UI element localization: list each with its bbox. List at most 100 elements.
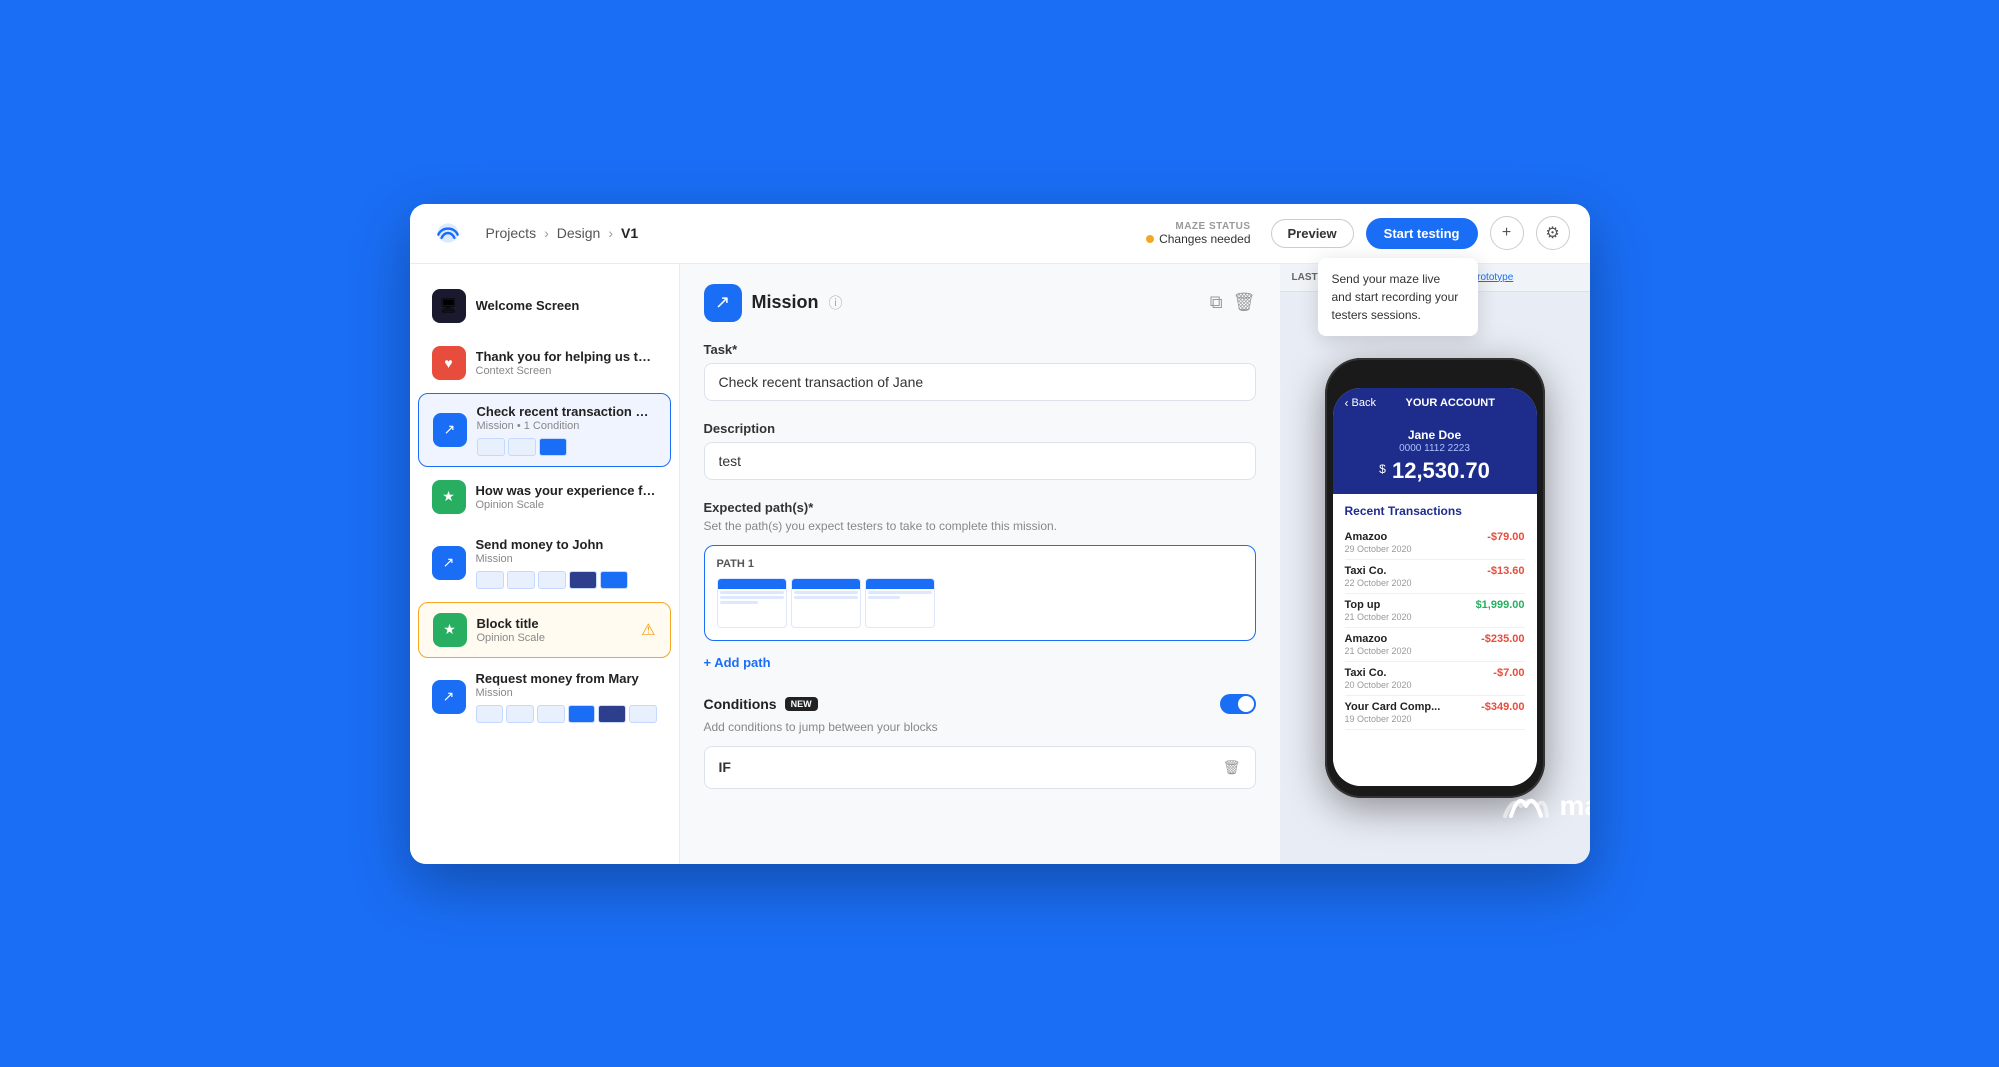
sidebar-item-send-money[interactable]: ↗ Send money to John Mission — [418, 527, 671, 599]
maze-status-text: Changes needed — [1146, 232, 1250, 246]
sidebar-item-block-title[interactable]: ★ Block title Opinion Scale ⚠ — [418, 602, 671, 658]
mini-screen-header-2 — [792, 579, 860, 589]
send-thumb-4 — [569, 571, 597, 589]
sidebar-item-experience-content: How was your experience finding the acco… — [476, 483, 657, 511]
phone-top-bar: ‹ Back YOUR ACCOUNT — [1333, 388, 1537, 418]
trans-date-2: 21 October 2020 — [1345, 612, 1412, 622]
path-screen-1[interactable] — [717, 578, 787, 628]
mini-screen-header-3 — [866, 579, 934, 589]
sidebar-item-welcome-content: Welcome Screen — [476, 298, 657, 313]
trans-left-1: Taxi Co. 22 October 2020 — [1345, 565, 1412, 588]
sidebar-item-welcome-title: Welcome Screen — [476, 298, 657, 313]
trans-amount-5: -$349.00 — [1481, 701, 1524, 713]
transaction-row: Top up 21 October 2020 $1,999.00 — [1345, 594, 1525, 628]
add-button[interactable]: + — [1490, 216, 1524, 250]
req-thumb-5 — [598, 705, 626, 723]
sidebar: 🖥 Welcome Screen ♥ Thank you for helping… — [410, 264, 680, 864]
req-thumb-1 — [476, 705, 504, 723]
mission-info-icon[interactable]: ⓘ — [829, 293, 843, 313]
conditions-title: Conditions — [704, 696, 777, 712]
description-input[interactable] — [704, 442, 1256, 480]
center-panel: ↗ Mission ⓘ ⧉ 🗑 Task* Description Expect… — [680, 264, 1280, 864]
trans-name-0: Amazoo — [1345, 531, 1412, 543]
sidebar-send-money-thumbnails — [476, 571, 657, 589]
conditions-desc: Add conditions to jump between your bloc… — [704, 720, 1256, 734]
sidebar-item-send-money-title: Send money to John — [476, 537, 657, 552]
maze-status: MAZE STATUS Changes needed — [1146, 221, 1250, 246]
sidebar-item-send-money-content: Send money to John Mission — [476, 537, 657, 589]
sidebar-item-request-money-title: Request money from Mary — [476, 671, 657, 686]
app-logo — [430, 215, 466, 251]
breadcrumb-design[interactable]: Design — [557, 225, 601, 241]
mission-copy-button[interactable]: ⧉ — [1210, 292, 1223, 313]
trans-left-2: Top up 21 October 2020 — [1345, 599, 1412, 622]
mini-line-5 — [794, 596, 858, 599]
transaction-row: Taxi Co. 20 October 2020 -$7.00 — [1345, 662, 1525, 696]
preview-button[interactable]: Preview — [1271, 219, 1354, 248]
sidebar-item-send-money-sub: Mission — [476, 553, 657, 565]
settings-button[interactable]: ⚙ — [1536, 216, 1570, 250]
maze-brand-text: maze — [1559, 790, 1589, 822]
mini-line-1 — [720, 591, 784, 594]
expected-paths-title: Expected path(s)* — [704, 500, 1256, 515]
add-path-button[interactable]: + Add path — [704, 651, 771, 674]
mini-screen-body-1 — [718, 589, 786, 627]
task-input[interactable] — [704, 363, 1256, 401]
sidebar-item-request-money-content: Request money from Mary Mission — [476, 671, 657, 723]
req-thumb-4 — [568, 705, 596, 723]
conditions-new-badge: NEW — [785, 697, 818, 711]
phone-frame: ‹ Back YOUR ACCOUNT Jane Doe 0000 1112 2… — [1325, 358, 1545, 798]
sidebar-item-thankyou[interactable]: ♥ Thank you for helping us test our prod… — [418, 336, 671, 390]
trans-name-5: Your Card Comp... — [1345, 701, 1441, 713]
mini-screen-body-2 — [792, 589, 860, 627]
sidebar-item-check-recent[interactable]: ↗ Check recent transaction of Jane Missi… — [418, 393, 671, 467]
conditions-toggle[interactable] — [1220, 694, 1256, 714]
sidebar-item-welcome[interactable]: 🖥 Welcome Screen — [418, 279, 671, 333]
trans-left-3: Amazoo 21 October 2020 — [1345, 633, 1412, 656]
welcome-icon: 🖥 — [432, 289, 466, 323]
sidebar-item-request-money[interactable]: ↗ Request money from Mary Mission — [418, 661, 671, 733]
account-number: 0000 1112 2223 — [1345, 443, 1525, 454]
trans-left-0: Amazoo 29 October 2020 — [1345, 531, 1412, 554]
if-label: IF — [719, 759, 731, 775]
sidebar-item-thankyou-title: Thank you for helping us test our produc… — [476, 349, 657, 364]
trans-left-4: Taxi Co. 20 October 2020 — [1345, 667, 1412, 690]
expected-paths-section: Expected path(s)* Set the path(s) you ex… — [704, 500, 1256, 674]
trans-date-3: 21 October 2020 — [1345, 646, 1412, 656]
path-screen-2[interactable] — [791, 578, 861, 628]
if-delete-button[interactable]: 🗑 — [1223, 759, 1241, 776]
trans-date-4: 20 October 2020 — [1345, 680, 1412, 690]
trans-name-3: Amazoo — [1345, 633, 1412, 645]
mini-line-4 — [794, 591, 858, 594]
phone-account-info: Jane Doe 0000 1112 2223 $ 12,530.70 — [1333, 418, 1537, 494]
balance-prefix: $ — [1379, 462, 1386, 476]
sidebar-check-recent-thumbnails — [477, 438, 656, 456]
req-thumb-2 — [506, 705, 534, 723]
transactions-list: Amazoo 29 October 2020 -$79.00 Taxi Co. … — [1345, 526, 1525, 730]
status-dot — [1146, 235, 1154, 243]
account-name: Jane Doe — [1345, 428, 1525, 442]
sidebar-item-block-title-title: Block title — [477, 616, 632, 631]
mini-screen-body-3 — [866, 589, 934, 627]
mission-title: Mission — [752, 292, 819, 313]
trans-name-2: Top up — [1345, 599, 1412, 611]
mission-header: ↗ Mission ⓘ ⧉ 🗑 — [704, 284, 1256, 322]
breadcrumb-projects[interactable]: Projects — [486, 225, 537, 241]
phone-transactions: Recent Transactions Amazoo 29 October 20… — [1333, 494, 1537, 786]
phone-back-label: Back — [1352, 397, 1376, 409]
mission-delete-button[interactable]: 🗑 — [1233, 292, 1256, 313]
path-screen-3[interactable] — [865, 578, 935, 628]
breadcrumb-sep2: › — [608, 225, 613, 241]
expected-paths-desc: Set the path(s) you expect testers to ta… — [704, 519, 1256, 533]
start-testing-button[interactable]: Start testing — [1366, 218, 1478, 249]
sidebar-item-experience-sub: Opinion Scale — [476, 499, 657, 511]
trans-date-5: 19 October 2020 — [1345, 714, 1441, 724]
sidebar-item-block-title-sub: Opinion Scale — [477, 632, 632, 644]
sidebar-item-experience[interactable]: ★ How was your experience finding the ac… — [418, 470, 671, 524]
breadcrumb-sep1: › — [544, 225, 549, 241]
mission-icon-big: ↗ — [704, 284, 742, 322]
trans-amount-0: -$79.00 — [1487, 531, 1524, 543]
mission-header-actions: ⧉ 🗑 — [1210, 292, 1256, 313]
right-panel: LAST UPDATED: 13:01 04:0 fresh my protot… — [1280, 264, 1590, 864]
phone-back-button[interactable]: ‹ Back — [1345, 396, 1376, 410]
